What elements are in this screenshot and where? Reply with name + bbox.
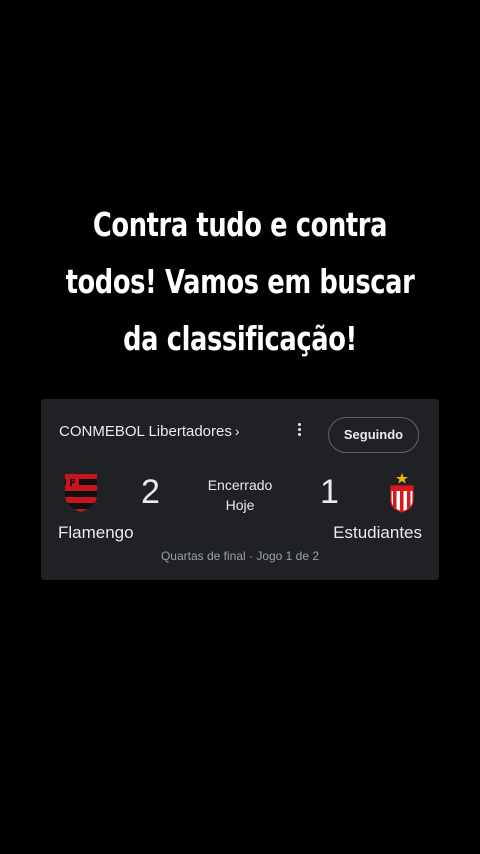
- league-link[interactable]: CONMEBOL Libertadores ›: [59, 423, 240, 440]
- away-team-name[interactable]: Estudiantes: [333, 523, 422, 543]
- more-vert-icon[interactable]: [291, 423, 307, 441]
- estudiantes-crest-icon: [388, 473, 416, 518]
- caption-line: todos! Vamos em buscar: [65, 262, 415, 301]
- svg-text:F: F: [69, 478, 76, 489]
- video-caption: Contra tudo e contra todos! Vamos em bus…: [53, 196, 427, 367]
- caption-line: da classificação!: [123, 319, 357, 358]
- match-status: Encerrado Hoje: [195, 475, 285, 515]
- caption-line: Contra tudo e contra: [92, 205, 388, 244]
- status-date: Hoje: [225, 497, 255, 513]
- match-stage: Quartas de final · Jogo 1 de 2: [160, 549, 320, 563]
- away-score: 1: [320, 473, 339, 511]
- home-score: 2: [141, 473, 160, 511]
- league-name: CONMEBOL Libertadores: [59, 423, 232, 440]
- home-team-name[interactable]: Flamengo: [58, 523, 134, 543]
- following-button[interactable]: Seguindo: [328, 417, 419, 453]
- chevron-right-icon: ›: [234, 423, 240, 439]
- status-text: Encerrado: [207, 477, 273, 493]
- flamengo-crest-icon: F: [64, 473, 98, 518]
- match-card[interactable]: CONMEBOL Libertadores › Seguindo F 2 Enc…: [41, 399, 439, 580]
